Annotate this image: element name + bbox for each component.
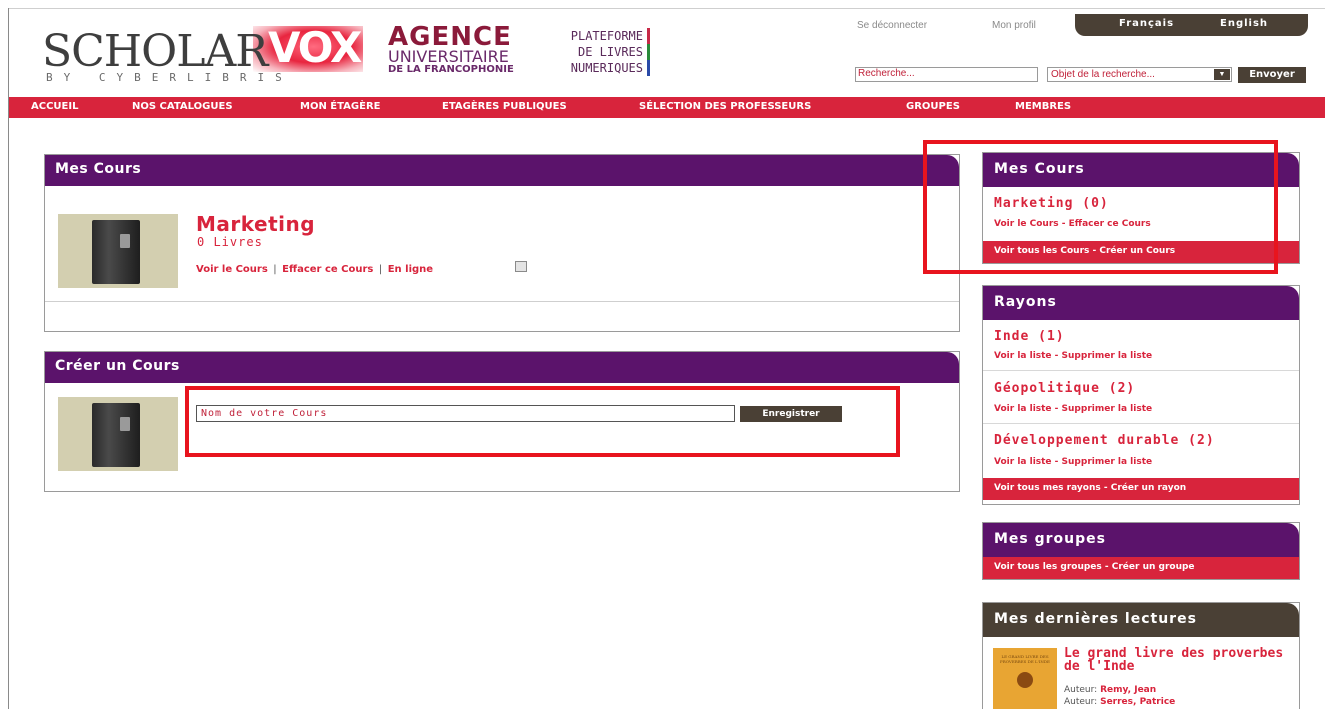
online-checkbox[interactable]	[515, 261, 527, 272]
nav-item-selection-professeurs[interactable]: SÉLECTION DES PROFESSEURS	[639, 101, 811, 112]
book-cover-text: LE GRAND LIVRE DES PROVERBES DE L'INDE	[1000, 654, 1050, 664]
mes-cours-title: Mes Cours	[55, 161, 142, 177]
agence-logo[interactable]: AGENCE UNIVERSITAIRE DE LA FRANCOPHONIE	[388, 24, 528, 84]
sidebar-groupes-footer-links[interactable]: Voir tous les groupes - Créer un groupe	[994, 562, 1195, 572]
panel-divider	[45, 301, 959, 302]
search-input[interactable]: Recherche...	[855, 67, 1038, 82]
sidebar-groupes-footer: Voir tous les groupes - Créer un groupe	[983, 557, 1299, 579]
link-separator: |	[273, 264, 277, 275]
rayon-item-title[interactable]: Géopolitique (2)	[994, 381, 1135, 396]
nav-item-catalogues[interactable]: NOS CATALOGUES	[132, 101, 233, 112]
logo-tagline: BY CYBERLIBRIS	[46, 71, 293, 84]
lang-fr-link[interactable]: Français	[1119, 18, 1174, 29]
sidebar-rayons-title: Rayons	[994, 294, 1057, 310]
author-name[interactable]: Remy, Jean	[1100, 685, 1156, 695]
delete-course-link[interactable]: Effacer ce Cours	[282, 264, 373, 275]
scholarvox-logo[interactable]: SCHOLAR VOX BY CYBERLIBRIS	[40, 14, 380, 84]
course-actions: Voir le Cours | Effacer ce Cours | En li…	[196, 264, 433, 275]
online-label: En ligne	[387, 264, 434, 275]
nav-item-etagere[interactable]: MON ÉTAGÈRE	[300, 101, 381, 112]
author-name[interactable]: Serres, Patrice	[1100, 697, 1175, 707]
creer-cours-header: Créer un Cours	[45, 352, 959, 383]
book-author: Auteur: Serres, Patrice	[1064, 697, 1175, 707]
sidebar-rayons-footer-links[interactable]: Voir tous mes rayons - Créer un rayon	[994, 483, 1186, 493]
lang-en-link[interactable]: English	[1220, 18, 1268, 29]
book-title[interactable]: Le grand livre des proverbes de l'Inde	[1064, 647, 1294, 673]
logout-link[interactable]: Se déconnecter	[857, 20, 927, 31]
new-course-thumbnail	[58, 397, 178, 471]
sidebar-rayons-footer: Voir tous mes rayons - Créer un rayon	[983, 478, 1299, 500]
rayon-item-links[interactable]: Voir la liste - Supprimer la liste	[994, 351, 1152, 361]
search-type-select[interactable]: Objet de la recherche... ▼	[1047, 67, 1232, 82]
sidebar-rayons-header: Rayons	[983, 286, 1299, 320]
chevron-down-icon[interactable]: ▼	[1214, 69, 1230, 80]
sidebar-lectures-title: Mes dernières lectures	[994, 611, 1197, 627]
rayon-separator	[983, 423, 1299, 424]
page-frame-top	[8, 8, 1325, 9]
search-select-value: Objet de la recherche...	[1051, 69, 1155, 80]
author-label: Auteur:	[1064, 697, 1098, 707]
view-course-link[interactable]: Voir le Cours	[196, 264, 268, 275]
nav-item-etageres-publiques[interactable]: ETAGÈRES PUBLIQUES	[442, 101, 567, 112]
nav-item-accueil[interactable]: ACCUEIL	[31, 101, 78, 112]
rayon-separator	[983, 370, 1299, 371]
highlight-box-sidebar-cours	[923, 140, 1278, 274]
sidebar-groupes-title: Mes groupes	[994, 531, 1106, 547]
search-button[interactable]: Envoyer	[1238, 67, 1306, 83]
rayon-item-title[interactable]: Inde (1)	[994, 329, 1065, 344]
rayon-item-links[interactable]: Voir la liste - Supprimer la liste	[994, 457, 1152, 467]
mes-cours-panel: Mes Cours	[44, 154, 960, 332]
book-author: Auteur: Remy, Jean	[1064, 685, 1156, 695]
sidebar-groupes-header: Mes groupes	[983, 523, 1299, 557]
logo-accent-text: VOX	[268, 23, 362, 72]
plateforme-line2: DE LIVRES	[532, 44, 650, 60]
nav-item-groupes[interactable]: GROUPES	[906, 101, 960, 112]
plateforme-logo: PLATEFORME DE LIVRES NUMERIQUES	[532, 28, 650, 76]
plateforme-line3: NUMERIQUES	[532, 60, 650, 76]
book-cover[interactable]: LE GRAND LIVRE DES PROVERBES DE L'INDE	[993, 648, 1057, 709]
profile-link[interactable]: Mon profil	[992, 20, 1036, 31]
plateforme-line1: PLATEFORME	[532, 28, 650, 44]
mes-cours-header: Mes Cours	[45, 155, 959, 186]
sidebar-groupes-box: Mes groupes Voir tous les groupes - Crée…	[982, 522, 1300, 580]
course-thumbnail[interactable]	[58, 214, 178, 288]
agence-line2: UNIVERSITAIRE	[388, 47, 509, 66]
author-label: Auteur:	[1064, 685, 1098, 695]
binder-icon	[92, 403, 140, 467]
sidebar-lectures-header: Mes dernières lectures	[983, 603, 1299, 637]
course-title[interactable]: Marketing	[196, 213, 315, 235]
link-separator: |	[378, 264, 383, 275]
sidebar-rayons-box: Rayons Inde (1) Voir la liste - Supprime…	[982, 285, 1300, 505]
course-book-count: 0 Livres	[197, 235, 263, 249]
language-tab: Français English	[1075, 14, 1308, 36]
rayon-item-title[interactable]: Développement durable (2)	[994, 433, 1215, 448]
nav-item-membres[interactable]: MEMBRES	[1015, 101, 1071, 112]
agence-line3: DE LA FRANCOPHONIE	[388, 64, 514, 75]
logo-main-text: SCHOLAR	[42, 26, 268, 77]
creer-cours-title: Créer un Cours	[55, 358, 180, 374]
book-emblem-icon	[1017, 672, 1033, 688]
rayon-item-links[interactable]: Voir la liste - Supprimer la liste	[994, 404, 1152, 414]
binder-icon	[92, 220, 140, 284]
highlight-box-create-course	[185, 386, 900, 457]
main-nav: ACCUEIL NOS CATALOGUES MON ÉTAGÈRE ETAGÈ…	[9, 97, 1325, 118]
